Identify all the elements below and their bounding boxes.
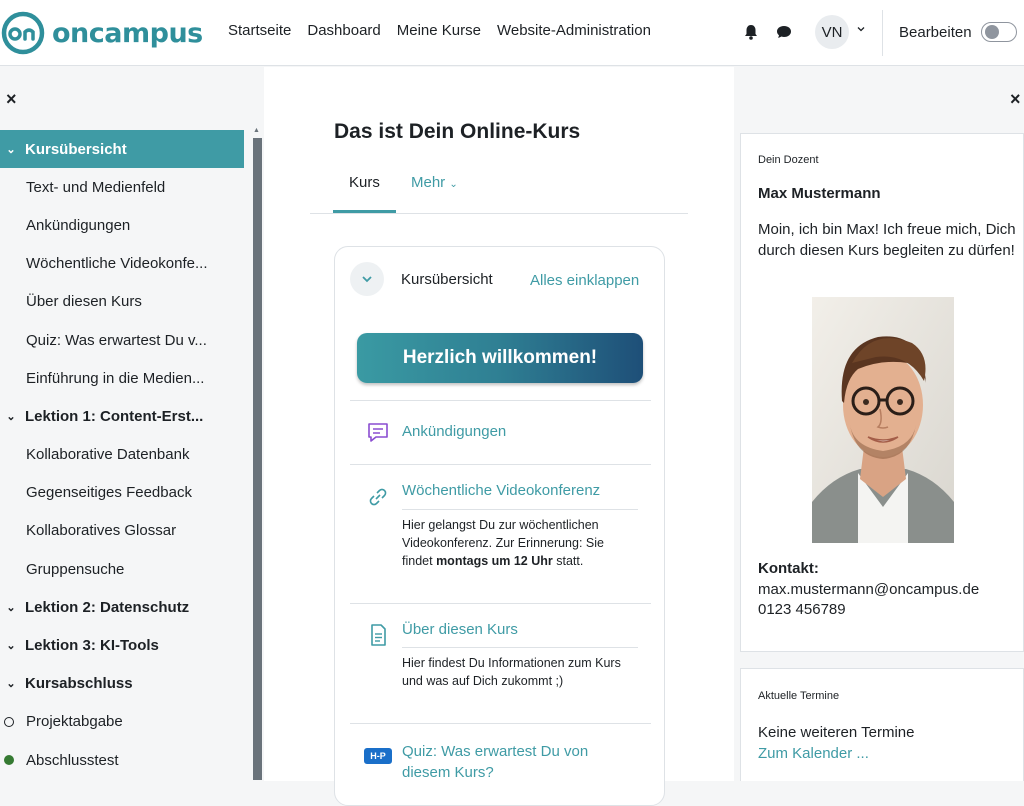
teacher-photo [812,297,954,543]
oncampus-logo[interactable]: oncampus [0,10,203,56]
section-title: Kursübersicht [401,271,493,288]
portrait-illustration [812,297,954,543]
no-events-text: Keine weiteren Termine [758,724,915,741]
activity-videokonferenz: Wöchentliche Videokonferenz Hier gelangs… [350,465,651,603]
contact-info: Kontakt: max.mustermann@oncampus.de 0123… [758,559,979,621]
close-course-index-button[interactable]: × [6,89,17,110]
tab-mehr[interactable]: Mehr ⌄ [411,174,458,191]
contact-label: Kontakt: [758,560,819,577]
divider [402,647,638,648]
page-title: Das ist Dein Online-Kurs [334,120,581,143]
edit-mode-toggle[interactable] [981,22,1017,42]
teacher-phone: 0123 456789 [758,601,846,618]
secondary-navigation: Kurs Mehr ⌄ [310,165,688,214]
divider [882,10,883,56]
index-section-lektion-1[interactable]: ⌄ Lektion 1: Content-Erst... [0,397,250,435]
activity-ueber-diesen-kurs: Über diesen Kurs Hier findest Du Informa… [350,604,651,722]
chevron-down-icon[interactable]: ⌄ [4,677,18,690]
collapse-section-button[interactable] [350,262,384,296]
block-drawer: × Dein Dozent Max Mustermann Moin, ich b… [734,67,1024,781]
chevron-down-icon[interactable] [856,24,866,34]
main-content: Das ist Dein Online-Kurs Kurs Mehr ⌄ Kur… [264,67,734,806]
index-section-lektion-3[interactable]: ⌄ Lektion 3: KI-Tools [0,626,250,664]
activity-link[interactable]: Über diesen Kurs [402,621,518,638]
index-item[interactable]: Einführung in die Medien... [0,359,250,397]
nav-dashboard[interactable]: Dashboard [307,22,380,39]
top-navbar: oncampus Startseite Dashboard Meine Kurs… [0,0,1024,66]
chevron-down-icon[interactable]: ⌄ [4,639,18,652]
teacher-email[interactable]: max.mustermann@oncampus.de [758,581,979,598]
h5p-icon: H-P [364,748,392,764]
oncampus-logo-mark [1,11,45,55]
course-index: ⌄ Kursübersicht Text- und Medienfeld Ankü… [0,130,250,779]
block-heading: Aktuelle Termine [758,690,840,702]
scrollbar-thumb[interactable] [253,138,262,780]
forum-icon [368,423,388,442]
user-avatar[interactable]: VN [815,15,849,49]
index-item[interactable]: Kollaborative Datenbank [0,436,250,474]
course-section-card: Kursübersicht Alles einklappen Herzlich … [334,246,665,806]
index-item[interactable]: Gegenseitiges Feedback [0,474,250,512]
page-icon [371,624,386,646]
teacher-name: Max Mustermann [758,185,881,202]
index-section-kursabschluss[interactable]: ⌄ Kursabschluss [0,665,250,703]
collapse-all-link[interactable]: Alles einklappen [530,272,639,289]
tab-kurs[interactable]: Kurs [349,174,380,191]
completion-done-icon [4,755,14,766]
index-item[interactable]: Text- und Medienfeld [0,168,250,206]
index-section-lektion-2[interactable]: ⌄ Lektion 2: Datenschutz [0,588,250,626]
activity-quiz: H-P Quiz: Was erwartest Du von diesem Ku… [350,724,651,804]
bell-icon[interactable] [742,23,760,41]
index-item[interactable]: Über diesen Kurs [0,283,250,321]
activity-link[interactable]: Ankündigungen [402,423,506,440]
chevron-down-icon [362,276,372,283]
scroll-down-arrow-icon[interactable]: ▼ [253,761,260,768]
index-item-abschlusstest[interactable]: Abschlusstest [0,741,250,779]
chevron-down-icon[interactable]: ⌄ [4,410,18,423]
teacher-block: Dein Dozent Max Mustermann Moin, ich bin… [740,133,1024,652]
completion-pending-icon [4,716,14,727]
teacher-intro: Moin, ich bin Max! Ich freue mich, Dich … [758,221,1016,259]
course-index-drawer: × ⌄ Kursübersicht Text- und Medienfeld An… [0,67,264,781]
index-item[interactable]: Quiz: Was erwartest Du v... [0,321,250,359]
brand-name: oncampus [52,17,203,49]
activity-description: Hier gelangst Du zur wöchentlichen Video… [402,518,604,568]
index-section-kursuebersicht[interactable]: ⌄ Kursübersicht [0,130,244,169]
chevron-down-icon[interactable]: ⌄ [4,143,18,156]
go-to-calendar-link[interactable]: Zum Kalender ... [758,745,869,762]
index-item-projektabgabe[interactable]: Projektabgabe [0,703,250,741]
link-icon [369,488,387,506]
chevron-down-icon: ⌄ [449,179,458,190]
edit-mode-label: Bearbeiten [899,24,972,41]
index-item[interactable]: Ankündigungen [0,206,250,244]
active-tab-indicator [333,210,396,213]
scroll-up-arrow-icon[interactable]: ▲ [253,127,260,134]
index-item[interactable]: Gruppensuche [0,550,250,588]
close-block-drawer-button[interactable]: × [1010,89,1021,110]
activity-link[interactable]: Wöchentliche Videokonferenz [402,482,600,499]
welcome-banner: Herzlich willkommen! [357,333,643,383]
chat-bubble-icon[interactable] [775,23,793,41]
chevron-down-icon[interactable]: ⌄ [4,601,18,614]
nav-website-administration[interactable]: Website-Administration [497,22,651,39]
index-item[interactable]: Wöchentliche Videokonfe... [0,245,250,283]
primary-navigation: Startseite Dashboard Meine Kurse Website… [228,22,651,39]
index-item[interactable]: Kollaboratives Glossar [0,512,250,550]
nav-startseite[interactable]: Startseite [228,22,291,39]
calendar-upcoming-block: Aktuelle Termine Keine weiteren Termine … [740,668,1024,781]
divider [402,509,638,510]
activity-description: Hier findest Du Informationen zum Kurs u… [402,656,621,688]
block-heading: Dein Dozent [758,154,819,166]
activity-ankuendigungen: Ankündigungen [350,401,651,463]
nav-meine-kurse[interactable]: Meine Kurse [397,22,481,39]
activity-link[interactable]: Quiz: Was erwartest Du von diesem Kurs? [402,741,638,783]
